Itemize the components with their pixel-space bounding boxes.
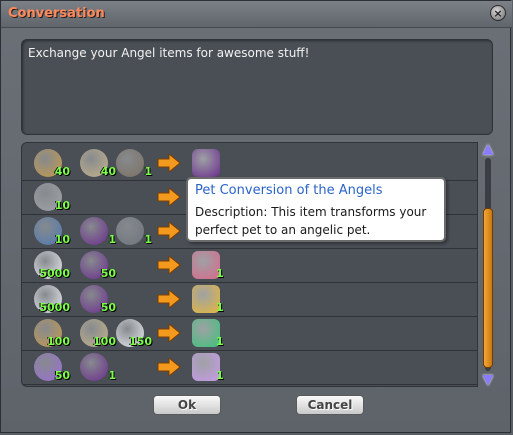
cost-quantity: 1	[108, 369, 116, 382]
exchange-arrow-icon	[157, 290, 181, 308]
cost-item[interactable]: 40	[34, 149, 72, 179]
exchange-row[interactable]: 5000 50 1	[22, 249, 477, 283]
window-title: Conversation	[8, 6, 105, 21]
cost-quantity: 1	[144, 233, 152, 246]
cost-quantity: 100	[47, 335, 70, 348]
purple-hat-icon	[192, 149, 220, 177]
exchange-row[interactable]: 50 1 1	[22, 351, 477, 385]
reward-quantity: 1	[216, 267, 224, 280]
reward-item[interactable]: 1	[192, 285, 230, 315]
cost-quantity: 40	[54, 165, 70, 178]
cost-item[interactable]: 1	[116, 149, 154, 179]
cost-item[interactable]: 10	[34, 217, 72, 247]
reward-quantity: 1	[216, 335, 224, 348]
close-button[interactable]: ×	[490, 5, 506, 21]
reward-item[interactable]: 1	[192, 353, 230, 383]
exchange-arrow-icon	[157, 188, 181, 206]
conversation-window: Conversation × Exchange your Angel items…	[0, 0, 512, 433]
tooltip-title: Pet Conversion of the Angels	[195, 183, 383, 198]
cost-quantity: 10	[54, 199, 70, 212]
reward-quantity: 1	[216, 301, 224, 314]
reward-item[interactable]	[192, 149, 230, 179]
cost-item[interactable]: 50	[80, 285, 118, 315]
cost-item[interactable]: 100	[34, 319, 72, 349]
exchange-arrow-icon	[157, 222, 181, 240]
cost-item[interactable]: 5000	[34, 285, 72, 315]
cancel-button[interactable]: Cancel	[296, 395, 364, 415]
cost-item[interactable]: 50	[80, 251, 118, 281]
box-icon	[116, 149, 144, 177]
cost-item[interactable]: 100	[80, 319, 118, 349]
npc-message-box: Exchange your Angel items for awesome st…	[21, 39, 493, 135]
exchange-arrow-icon	[157, 256, 181, 274]
cost-quantity: 50	[54, 369, 70, 382]
cost-item[interactable]: 5000	[34, 251, 72, 281]
cost-quantity: 50	[100, 301, 116, 314]
exchange-row[interactable]: 100 100 150 1	[22, 317, 477, 351]
scrollbar[interactable]: ▲ ▼	[479, 142, 497, 387]
scroll-down-arrow-icon[interactable]: ▼	[481, 373, 495, 387]
cost-item[interactable]: 1	[80, 353, 118, 383]
exchange-arrow-icon	[157, 154, 181, 172]
exchange-arrow-icon	[157, 358, 181, 376]
purple-hat-icon	[80, 217, 108, 245]
reward-item[interactable]: 1	[192, 251, 230, 281]
statue-icon	[116, 217, 144, 245]
cost-item[interactable]: 150	[116, 319, 154, 349]
cost-quantity: 5000	[39, 267, 70, 280]
exchange-arrow-icon	[157, 324, 181, 342]
cost-quantity: 50	[100, 267, 116, 280]
reward-quantity: 1	[216, 369, 224, 382]
item-tooltip: Pet Conversion of the Angels Description…	[186, 177, 446, 242]
cost-quantity: 100	[93, 335, 116, 348]
cost-quantity: 40	[100, 165, 116, 178]
cost-item[interactable]: 1	[116, 217, 154, 247]
cost-item[interactable]: 10	[34, 183, 72, 213]
cost-item[interactable]: 1	[80, 217, 118, 247]
npc-message: Exchange your Angel items for awesome st…	[28, 46, 310, 60]
ok-button[interactable]: Ok	[153, 395, 221, 415]
reward-item[interactable]: 1	[192, 319, 230, 349]
titlebar[interactable]: Conversation ×	[1, 1, 512, 28]
exchange-row[interactable]: 40 40 1	[22, 147, 477, 181]
purple-hat-icon	[80, 353, 108, 381]
cost-quantity: 5000	[39, 301, 70, 314]
scroll-thumb[interactable]	[483, 208, 493, 368]
cost-quantity: 150	[129, 335, 152, 348]
cost-quantity: 1	[144, 165, 152, 178]
cost-quantity: 1	[108, 233, 116, 246]
cost-item[interactable]: 50	[34, 353, 72, 383]
cost-item[interactable]: 40	[80, 149, 118, 179]
exchange-row[interactable]: 5000 50 1	[22, 283, 477, 317]
cost-quantity: 10	[54, 233, 70, 246]
scroll-up-arrow-icon[interactable]: ▲	[481, 142, 495, 156]
tooltip-description: Description: This item transforms your p…	[195, 205, 427, 237]
